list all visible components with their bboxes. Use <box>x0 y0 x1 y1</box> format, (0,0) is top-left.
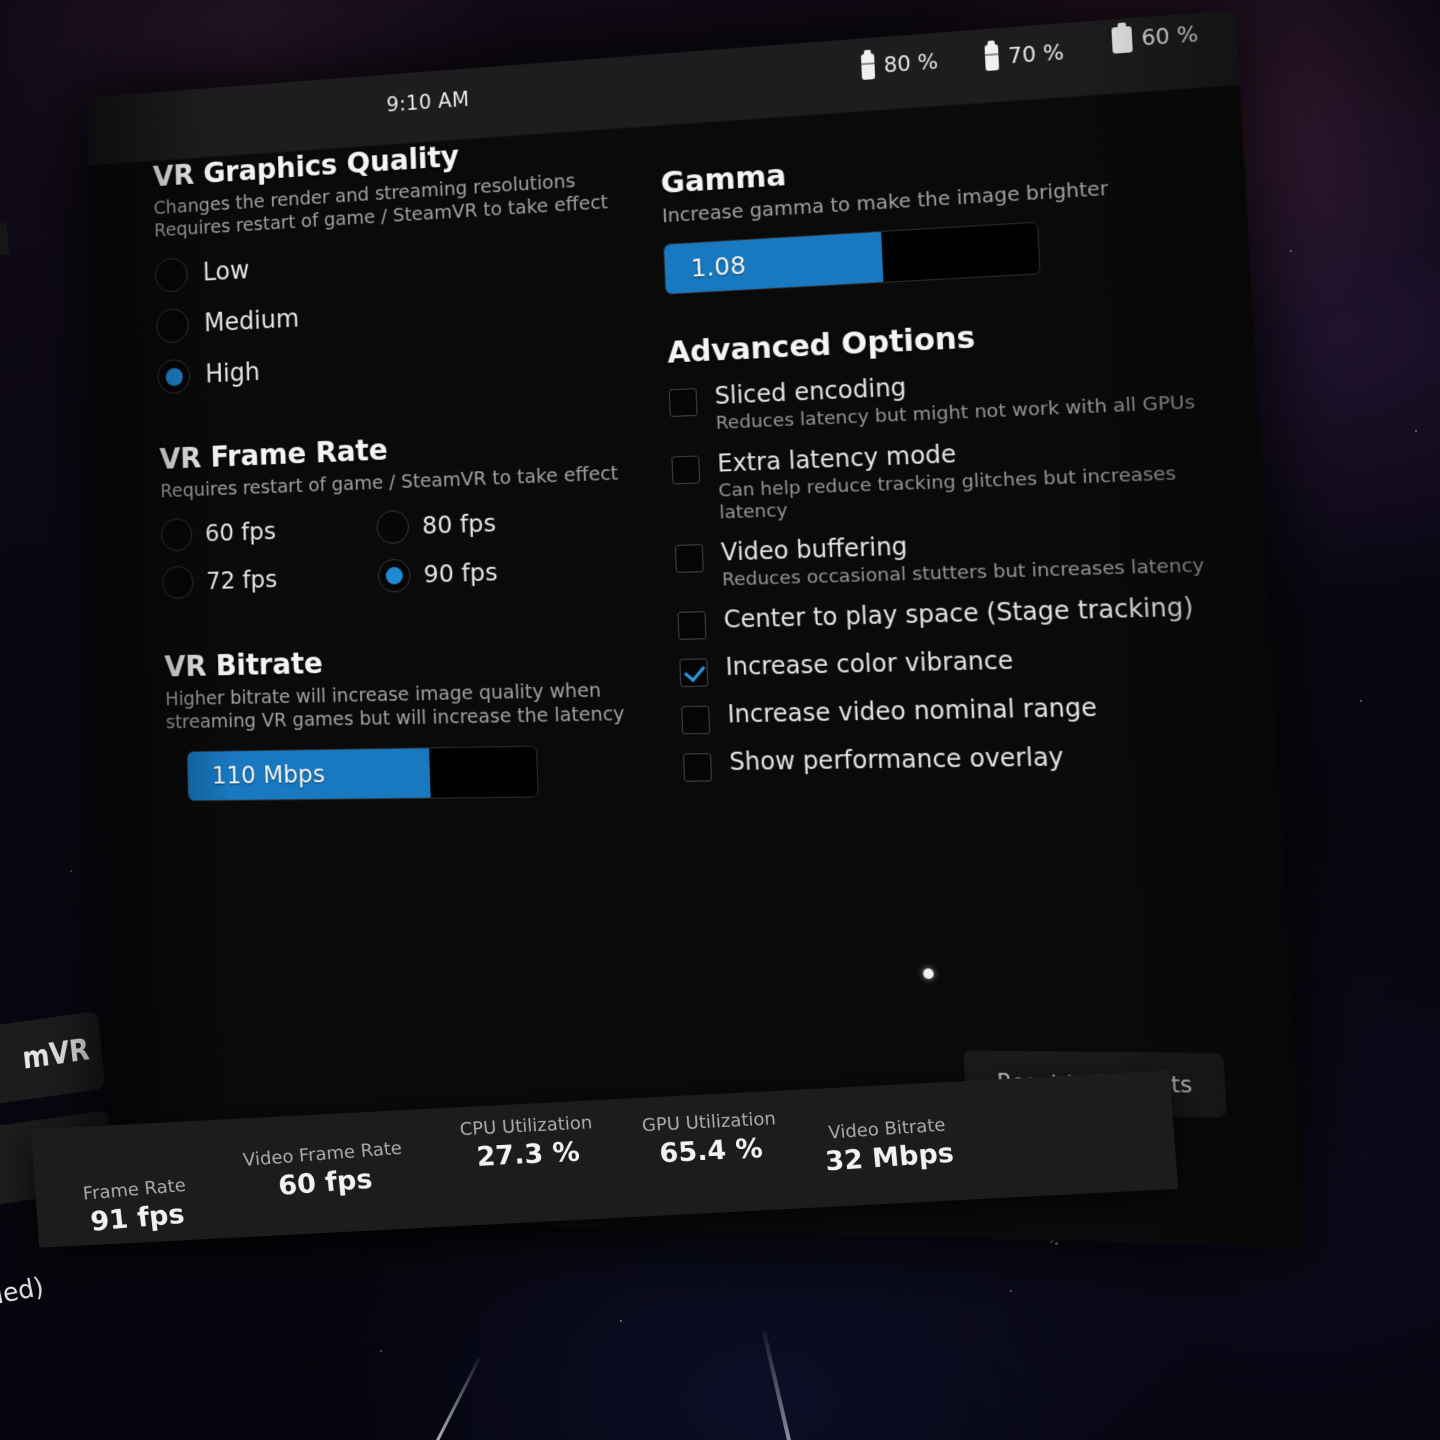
settings-column-right: Gamma Increase gamma to make the image b… <box>659 88 1239 782</box>
option-show-performance-overlay[interactable]: Show performance overlay <box>683 743 1239 783</box>
battery-controller-left: 80 % <box>861 49 939 80</box>
fps-option-72[interactable]: 72 fps <box>162 561 337 599</box>
stat-cpu-utilization-value: 27.3 % <box>461 1136 596 1173</box>
gamma-slider[interactable]: 1.08 <box>663 222 1041 295</box>
stat-gpu-utilization-label: GPU Utilization <box>641 1109 776 1137</box>
option-center-to-play-space[interactable]: Center to play space (Stage tracking) <box>677 594 1230 640</box>
checkbox-center-to-play-space-icon[interactable] <box>677 612 706 641</box>
radio-80fps-icon[interactable] <box>376 510 409 544</box>
vr-settings-panel: 9:10 AM 80 % 70 % 60 % VR Graphics Quali… <box>87 10 1305 1247</box>
gamma-slider-value: 1.08 <box>665 251 747 284</box>
stat-video-bitrate: Video Bitrate 32 Mbps <box>822 1114 955 1177</box>
fps-option-90[interactable]: 90 fps <box>378 553 561 592</box>
fps-option-90-label: 90 fps <box>423 558 498 589</box>
fps-option-60-label: 60 fps <box>205 517 277 547</box>
option-show-performance-overlay-label: Show performance overlay <box>729 743 1239 776</box>
stat-video-bitrate-value: 32 Mbps <box>824 1138 955 1177</box>
checkbox-extra-latency-mode-icon[interactable] <box>671 455 700 484</box>
quality-option-low-label: Low <box>203 257 250 288</box>
bitrate-slider-value: 110 Mbps <box>188 760 326 790</box>
battery-indicators: 80 % 70 % 60 % <box>861 29 1200 80</box>
battery-headset: 60 % <box>1111 21 1199 54</box>
option-increase-color-vibrance[interactable]: Increase color vibrance <box>679 644 1233 688</box>
stat-cpu-utilization: CPU Utilization 27.3 % <box>459 1112 595 1173</box>
radio-high-icon[interactable] <box>157 359 190 395</box>
radio-90fps-icon[interactable] <box>378 558 411 592</box>
radio-low-icon[interactable] <box>155 258 188 294</box>
pointer-cursor-dot-right <box>923 968 934 978</box>
fps-option-60[interactable]: 60 fps <box>161 512 336 551</box>
controller-battery-icon <box>861 53 875 80</box>
bitrate-title: VR Bitrate <box>164 638 658 684</box>
battery-controller-right: 70 % <box>985 39 1065 71</box>
battery-left-value: 80 % <box>883 50 939 78</box>
bitrate-slider[interactable]: 110 Mbps <box>187 746 539 802</box>
option-video-buffering[interactable]: Video buffering Reduces occasional stutt… <box>675 524 1228 594</box>
checkbox-show-performance-overlay-icon[interactable] <box>683 754 712 783</box>
quality-option-medium-label: Medium <box>204 305 300 339</box>
advanced-options-list: Sliced encoding Reduces latency but migh… <box>669 361 1239 782</box>
stat-frame-rate-value: 91 fps <box>85 1199 191 1238</box>
option-sliced-encoding[interactable]: Sliced encoding Reduces latency but migh… <box>669 361 1219 437</box>
stat-cpu-utilization-label: CPU Utilization <box>459 1112 593 1140</box>
clock: 9:10 AM <box>386 88 470 117</box>
quality-option-medium[interactable]: Medium <box>156 283 644 344</box>
stat-gpu-utilization-value: 65.4 % <box>643 1132 779 1169</box>
option-increase-video-nominal-range[interactable]: Increase video nominal range <box>681 693 1236 735</box>
option-extra-latency-mode[interactable]: Extra latency mode Can help reduce track… <box>671 431 1224 527</box>
radio-medium-icon[interactable] <box>156 308 189 344</box>
headset-battery-icon <box>1111 26 1132 54</box>
quality-option-high[interactable]: High <box>157 336 646 395</box>
option-center-to-play-space-label: Center to play space (Stage tracking) <box>723 594 1230 633</box>
frame-rate-options: 60 fps 80 fps 72 fps 90 fps <box>161 501 655 599</box>
checkbox-sliced-encoding-icon[interactable] <box>669 388 698 417</box>
quality-option-high-label: High <box>205 358 260 389</box>
radio-60fps-icon[interactable] <box>161 518 193 551</box>
settings-column-left: VR Graphics Quality Changes the render a… <box>152 127 662 801</box>
fps-option-72-label: 72 fps <box>206 565 278 595</box>
stat-gpu-utilization: GPU Utilization 65.4 % <box>641 1109 779 1170</box>
fps-option-80[interactable]: 80 fps <box>376 504 558 544</box>
battery-headset-value: 60 % <box>1141 22 1199 50</box>
stat-video-frame-rate: Video Frame Rate 60 fps <box>242 1138 406 1204</box>
option-increase-video-nominal-range-label: Increase video nominal range <box>727 693 1236 728</box>
option-increase-color-vibrance-label: Increase color vibrance <box>725 644 1233 681</box>
radio-72fps-icon[interactable] <box>162 565 194 598</box>
advanced-options-title: Advanced Options <box>667 308 1216 371</box>
checkbox-increase-color-vibrance-icon[interactable] <box>679 659 708 688</box>
fps-option-80-label: 80 fps <box>422 509 497 540</box>
quality-option-low[interactable]: Low <box>155 230 643 293</box>
controller-battery-icon <box>985 44 1000 71</box>
stat-frame-rate: Frame Rate 91 fps <box>82 1175 191 1238</box>
checkbox-video-buffering-icon[interactable] <box>675 544 704 573</box>
checkbox-increase-video-nominal-range-icon[interactable] <box>681 706 710 735</box>
battery-right-value: 70 % <box>1008 40 1065 68</box>
